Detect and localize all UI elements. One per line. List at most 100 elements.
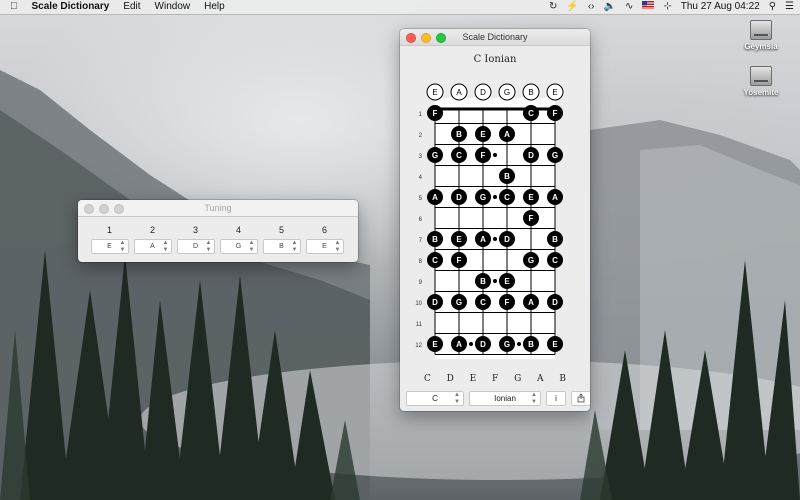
note-label: B bbox=[552, 235, 558, 244]
menu-window[interactable]: Window bbox=[155, 0, 191, 14]
note-label: D bbox=[504, 235, 510, 244]
fret-number: 1 bbox=[419, 112, 423, 118]
hard-drive-icon bbox=[750, 66, 772, 86]
scale-toolbar: C ▲ ▼ Ionian ▲ ▼ i bbox=[406, 391, 590, 406]
tuning-string-3: 3 D ▲ ▼ bbox=[174, 223, 217, 254]
note-label: A bbox=[456, 340, 462, 349]
note-label: G bbox=[480, 193, 486, 202]
note-label: D bbox=[528, 151, 534, 160]
stepper-arrows-icon[interactable]: ▲ ▼ bbox=[206, 240, 212, 253]
note-label: C bbox=[456, 151, 462, 160]
note-label: B bbox=[456, 130, 462, 139]
string-note-stepper[interactable]: E ▲ ▼ bbox=[90, 239, 129, 254]
note-label: D bbox=[552, 298, 558, 307]
note-label: E bbox=[480, 130, 486, 139]
activity-icon[interactable]: ∿ bbox=[625, 0, 633, 14]
sync-icon[interactable]: ↻ bbox=[549, 0, 557, 14]
string-number: 1 bbox=[106, 225, 112, 235]
string-note-stepper[interactable]: A ▲ ▼ bbox=[133, 239, 172, 254]
note-label: G bbox=[504, 340, 510, 349]
note-label: F bbox=[505, 298, 510, 307]
mode-select[interactable]: Ionian ▲ ▼ bbox=[469, 391, 541, 406]
stepper-arrows-icon[interactable]: ▲ ▼ bbox=[335, 240, 341, 253]
zoom-button[interactable] bbox=[114, 204, 124, 214]
note-label: F bbox=[433, 109, 438, 118]
tuning-titlebar[interactable]: Tuning bbox=[78, 200, 358, 217]
note-label: G bbox=[528, 256, 534, 265]
search-icon[interactable]: ⚲ bbox=[769, 0, 776, 14]
scale-note: G bbox=[514, 374, 522, 384]
menu-edit[interactable]: Edit bbox=[123, 0, 140, 14]
note-label: E bbox=[456, 235, 462, 244]
desktop-icon-yosemite[interactable]: Yosemite bbox=[733, 66, 789, 97]
string-note-stepper[interactable]: E ▲ ▼ bbox=[305, 239, 344, 254]
note-label: B bbox=[528, 340, 534, 349]
code-icon[interactable]: ‹› bbox=[588, 0, 595, 14]
window-title: Tuning bbox=[204, 203, 232, 213]
fret-number: 12 bbox=[415, 343, 422, 349]
fret-number: 8 bbox=[419, 259, 423, 265]
note-label: G bbox=[432, 151, 438, 160]
note-label: C bbox=[528, 109, 534, 118]
minimize-button[interactable] bbox=[99, 204, 109, 214]
apple-logo-icon[interactable]:  bbox=[10, 0, 18, 14]
select-arrows-icon: ▲ ▼ bbox=[531, 392, 537, 405]
open-string-label: A bbox=[456, 88, 462, 97]
menu-bar:  Scale Dictionary Edit Window Help ↻ ⚡ … bbox=[0, 0, 800, 15]
menu-app-name[interactable]: Scale Dictionary bbox=[32, 0, 110, 14]
info-button-label: i bbox=[555, 394, 557, 403]
note-label: B bbox=[504, 172, 510, 181]
scale-note: C bbox=[424, 374, 431, 384]
close-button[interactable] bbox=[84, 204, 94, 214]
fret-inlay-dot bbox=[493, 153, 497, 157]
stepper-arrows-icon[interactable]: ▲ ▼ bbox=[120, 240, 126, 253]
volume-icon[interactable]: 🔈 bbox=[604, 0, 616, 14]
tuning-string-1: 1 E ▲ ▼ bbox=[88, 223, 131, 254]
list-icon[interactable]: ☰ bbox=[785, 0, 794, 14]
note-label: A bbox=[552, 193, 558, 202]
clock[interactable]: Thu 27 Aug 04:22 bbox=[681, 0, 760, 14]
menu-help[interactable]: Help bbox=[204, 0, 225, 14]
key-select[interactable]: C ▲ ▼ bbox=[406, 391, 464, 406]
note-label: B bbox=[480, 277, 486, 286]
tuning-string-2: 2 A ▲ ▼ bbox=[131, 223, 174, 254]
fret-number: 9 bbox=[419, 280, 423, 286]
desktop-icon-label: Geymsla bbox=[744, 42, 778, 51]
stepper-arrows-icon[interactable]: ▲ ▼ bbox=[249, 240, 255, 253]
stepper-arrows-icon[interactable]: ▲ ▼ bbox=[292, 240, 298, 253]
fret-inlay-dot bbox=[493, 279, 497, 283]
note-label: B bbox=[432, 235, 438, 244]
note-label: A bbox=[480, 235, 486, 244]
string-note-stepper[interactable]: D ▲ ▼ bbox=[176, 239, 215, 254]
bolt-icon[interactable]: ⚡ bbox=[566, 0, 578, 14]
select-arrows-icon: ▲ ▼ bbox=[454, 392, 460, 405]
info-button[interactable]: i bbox=[546, 391, 566, 406]
desktop-icon-geymsla[interactable]: Geymsla bbox=[733, 20, 789, 51]
note-label: E bbox=[528, 193, 534, 202]
scale-note: B bbox=[559, 374, 566, 384]
note-label: E bbox=[432, 340, 438, 349]
fret-number: 4 bbox=[419, 175, 423, 181]
share-button[interactable] bbox=[571, 391, 590, 406]
note-label: C bbox=[504, 193, 510, 202]
stepper-value: B bbox=[279, 243, 284, 250]
stepper-arrows-icon[interactable]: ▲ ▼ bbox=[163, 240, 169, 253]
note-label: A bbox=[504, 130, 510, 139]
flag-us-icon[interactable] bbox=[642, 0, 655, 14]
fret-number: 7 bbox=[419, 238, 423, 244]
string-note-stepper[interactable]: G ▲ ▼ bbox=[219, 239, 258, 254]
open-string-label: G bbox=[504, 88, 510, 97]
fretboard: E A D G B E123456789101112F C FB E AG C F D GBA D G C E AF… bbox=[415, 83, 564, 359]
note-label: C bbox=[480, 298, 486, 307]
tuning-window: Tuning 1 E ▲ ▼ 2 A ▲ ▼ 3 D ▲ ▼ 4 G ▲ ▼ 5 B ▲ ▼ 6 E… bbox=[78, 200, 358, 262]
fret-number: 6 bbox=[419, 217, 423, 223]
fret-number: 11 bbox=[416, 322, 423, 328]
string-note-stepper[interactable]: B ▲ ▼ bbox=[262, 239, 301, 254]
note-label: F bbox=[553, 109, 558, 118]
key-select-value: C bbox=[432, 394, 438, 403]
note-label: F bbox=[457, 256, 462, 265]
note-label: A bbox=[432, 193, 438, 202]
tuning-string-4: 4 G ▲ ▼ bbox=[217, 223, 260, 254]
wifi-icon[interactable]: ⊹ bbox=[663, 0, 671, 14]
scale-note: A bbox=[537, 374, 544, 384]
